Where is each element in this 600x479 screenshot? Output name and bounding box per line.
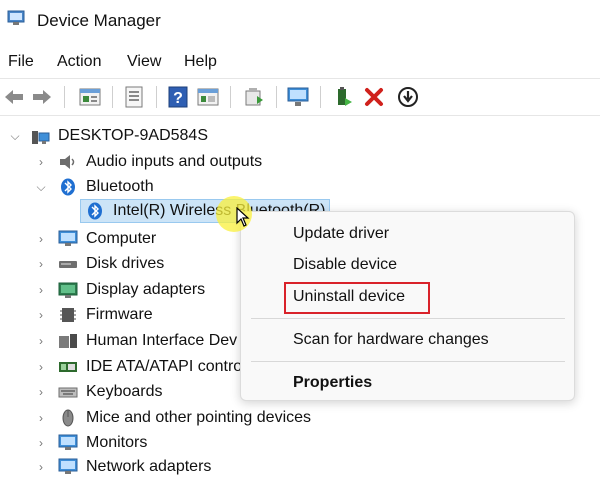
ide-controller-icon: [59, 362, 77, 372]
menu-bar: File Action View Help: [0, 48, 600, 76]
toolbar-separator: [276, 86, 277, 108]
chevron-down-icon[interactable]: ⌵: [35, 180, 47, 195]
update-driver-icon[interactable]: [242, 85, 266, 109]
bluetooth-icon: [88, 202, 102, 220]
tree-root[interactable]: ⌵ DESKTOP-9AD584S: [0, 124, 330, 148]
help-icon[interactable]: ?: [166, 85, 190, 109]
forward-arrow-icon[interactable]: [30, 85, 54, 109]
svg-text:?: ?: [173, 90, 183, 107]
hid-icon: [59, 334, 77, 348]
network-adapter-icon: [58, 458, 78, 474]
menu-action[interactable]: Action: [57, 53, 101, 71]
monitor-icon: [58, 434, 78, 450]
device-list-icon[interactable]: [122, 85, 146, 109]
display-adapter-icon: [58, 282, 78, 298]
tree-item-label: Monitors: [86, 434, 148, 451]
computer-icon: [58, 230, 78, 246]
chevron-right-icon[interactable]: ›: [35, 283, 47, 297]
tree-item-label: Firmware: [86, 306, 153, 323]
bluetooth-icon: [61, 178, 75, 196]
toolbar: ?: [0, 78, 600, 116]
speaker-icon: [60, 155, 75, 169]
chevron-right-icon[interactable]: ›: [35, 257, 47, 271]
toolbar-separator: [112, 86, 113, 108]
scan-hardware-icon[interactable]: [286, 85, 310, 109]
tree-root-label: DESKTOP-9AD584S: [58, 127, 208, 144]
tree-item-label: Network adapters: [86, 458, 212, 475]
menu-item-disable-device[interactable]: Disable device: [293, 256, 397, 274]
menu-item-properties[interactable]: Properties: [293, 374, 372, 392]
title-bar: Device Manager: [0, 0, 600, 44]
enable-device-icon[interactable]: [332, 85, 356, 109]
tree-item-bluetooth[interactable]: ⌵ Bluetooth: [0, 175, 330, 199]
chevron-right-icon[interactable]: ›: [35, 232, 47, 246]
view-pane-icon[interactable]: [196, 85, 220, 109]
tree-item-label: Audio inputs and outputs: [86, 153, 263, 170]
mouse-icon: [62, 409, 74, 427]
chevron-right-icon[interactable]: ›: [35, 334, 47, 348]
tree-item-mice[interactable]: › Mice and other pointing devices: [0, 406, 360, 430]
properties-sheet-icon[interactable]: [78, 85, 102, 109]
keyboard-icon: [58, 387, 78, 398]
tree-item-monitors[interactable]: › Monitors: [0, 431, 330, 455]
menu-item-update-driver[interactable]: Update driver: [293, 225, 389, 243]
chevron-right-icon[interactable]: ›: [35, 411, 47, 425]
tree-item-label: Human Interface Dev: [86, 332, 238, 349]
tree-item-label: Disk drives: [86, 255, 165, 272]
back-arrow-icon[interactable]: [2, 85, 26, 109]
chevron-down-icon[interactable]: ⌵: [9, 129, 21, 144]
device-manager-icon: [7, 10, 25, 25]
computer-tower-icon: [32, 131, 50, 144]
toolbar-separator: [156, 86, 157, 108]
tree-item-audio[interactable]: › Audio inputs and outputs: [0, 150, 330, 174]
tree-item-label: IDE ATA/ATAPI control: [86, 358, 246, 375]
context-menu: Update driver Disable device Uninstall d…: [240, 211, 575, 401]
chevron-right-icon[interactable]: ›: [35, 460, 47, 474]
tree-item-network-adapters[interactable]: › Network adapters: [0, 455, 330, 479]
disk-drive-icon: [59, 261, 77, 268]
chevron-right-icon[interactable]: ›: [35, 155, 47, 169]
chevron-right-icon[interactable]: ›: [35, 308, 47, 322]
window-title: Device Manager: [37, 11, 161, 30]
tree-item-label: Display adapters: [86, 281, 206, 298]
menu-help[interactable]: Help: [184, 53, 217, 71]
toolbar-separator: [320, 86, 321, 108]
tree-item-label: Mice and other pointing devices: [86, 409, 312, 426]
mouse-cursor-icon: [236, 207, 250, 227]
tree-item-label: Computer: [86, 230, 157, 247]
firmware-icon: [60, 308, 76, 322]
chevron-right-icon[interactable]: ›: [35, 436, 47, 450]
download-icon[interactable]: [396, 85, 420, 109]
menu-separator: [251, 318, 565, 319]
tree-item-label: Bluetooth: [86, 178, 154, 195]
tree-item-label: Keyboards: [86, 383, 163, 400]
menu-file[interactable]: File: [8, 53, 34, 71]
menu-item-scan-hardware[interactable]: Scan for hardware changes: [293, 331, 489, 349]
chevron-right-icon[interactable]: ›: [35, 385, 47, 399]
uninstall-x-icon[interactable]: [362, 85, 386, 109]
toolbar-separator: [230, 86, 231, 108]
chevron-right-icon[interactable]: ›: [35, 360, 47, 374]
toolbar-separator: [64, 86, 65, 108]
menu-separator: [251, 361, 565, 362]
menu-item-uninstall-device[interactable]: Uninstall device: [293, 288, 405, 306]
menu-view[interactable]: View: [127, 53, 161, 71]
